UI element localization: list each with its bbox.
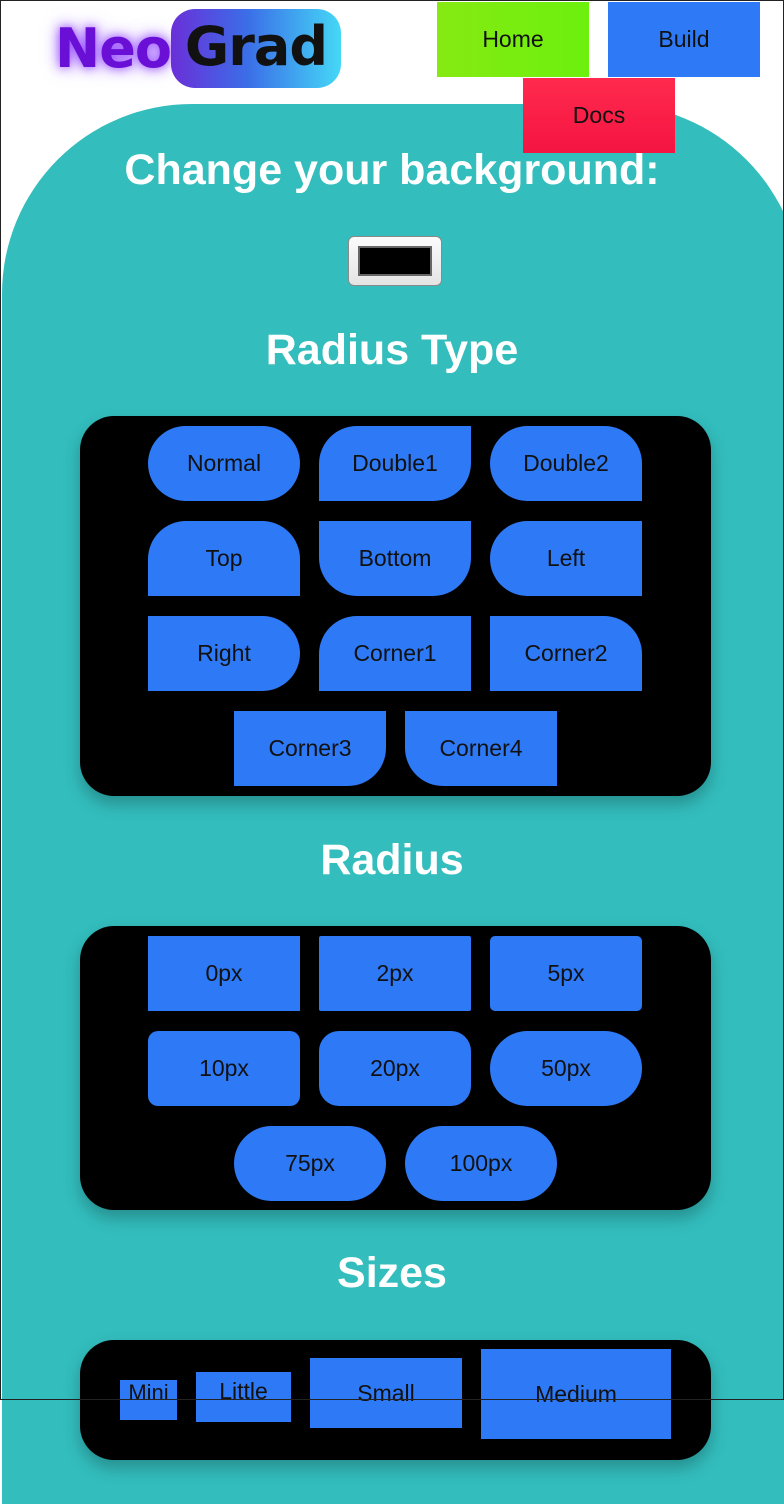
size-medium-button[interactable]: Medium <box>481 1349 671 1439</box>
logo-grad-text: Grad <box>170 8 341 88</box>
radius-heading: Radius <box>320 836 464 884</box>
radius-type-left-button[interactable]: Left <box>490 521 642 596</box>
radius-type-corner3-button[interactable]: Corner3 <box>234 711 386 786</box>
radius-0px-button[interactable]: 0px <box>148 936 300 1011</box>
nav-docs-button[interactable]: Docs <box>523 78 675 153</box>
radius-type-normal-button[interactable]: Normal <box>148 426 300 501</box>
radius-20px-button[interactable]: 20px <box>319 1031 471 1106</box>
radius-type-right-button[interactable]: Right <box>148 616 300 691</box>
radius-5px-button[interactable]: 5px <box>490 936 642 1011</box>
size-little-button[interactable]: Little <box>196 1372 291 1422</box>
radius-type-double1-button[interactable]: Double1 <box>319 426 471 501</box>
radius-type-corner4-button[interactable]: Corner4 <box>405 711 557 786</box>
size-mini-button[interactable]: Mini <box>120 1380 177 1420</box>
radius-type-bottom-button[interactable]: Bottom <box>319 521 471 596</box>
radius-panel: 0px 2px 5px 10px 20px 50px 75px 100px <box>80 926 711 1210</box>
radius-type-double2-button[interactable]: Double2 <box>490 426 642 501</box>
radius-type-heading: Radius Type <box>265 326 519 374</box>
neograd-logo[interactable]: Neo Grad <box>55 2 341 94</box>
radius-10px-button[interactable]: 10px <box>148 1031 300 1106</box>
radius-50px-button[interactable]: 50px <box>490 1031 642 1106</box>
sizes-heading: Sizes <box>337 1249 447 1297</box>
logo-neo-text: Neo <box>55 16 172 80</box>
radius-2px-button[interactable]: 2px <box>319 936 471 1011</box>
background-heading: Change your background: <box>124 146 660 194</box>
nav-home-button[interactable]: Home <box>437 2 589 77</box>
color-swatch <box>358 246 432 276</box>
radius-100px-button[interactable]: 100px <box>405 1126 557 1201</box>
background-color-input[interactable] <box>348 236 442 286</box>
radius-75px-button[interactable]: 75px <box>234 1126 386 1201</box>
size-small-button[interactable]: Small <box>310 1358 462 1428</box>
radius-type-corner2-button[interactable]: Corner2 <box>490 616 642 691</box>
radius-type-top-button[interactable]: Top <box>148 521 300 596</box>
radius-type-panel: Normal Double1 Double2 Top Bottom Left R… <box>80 416 711 796</box>
radius-type-corner1-button[interactable]: Corner1 <box>319 616 471 691</box>
sizes-panel: Mini Little Small Medium <box>80 1340 711 1460</box>
nav-build-button[interactable]: Build <box>608 2 760 77</box>
